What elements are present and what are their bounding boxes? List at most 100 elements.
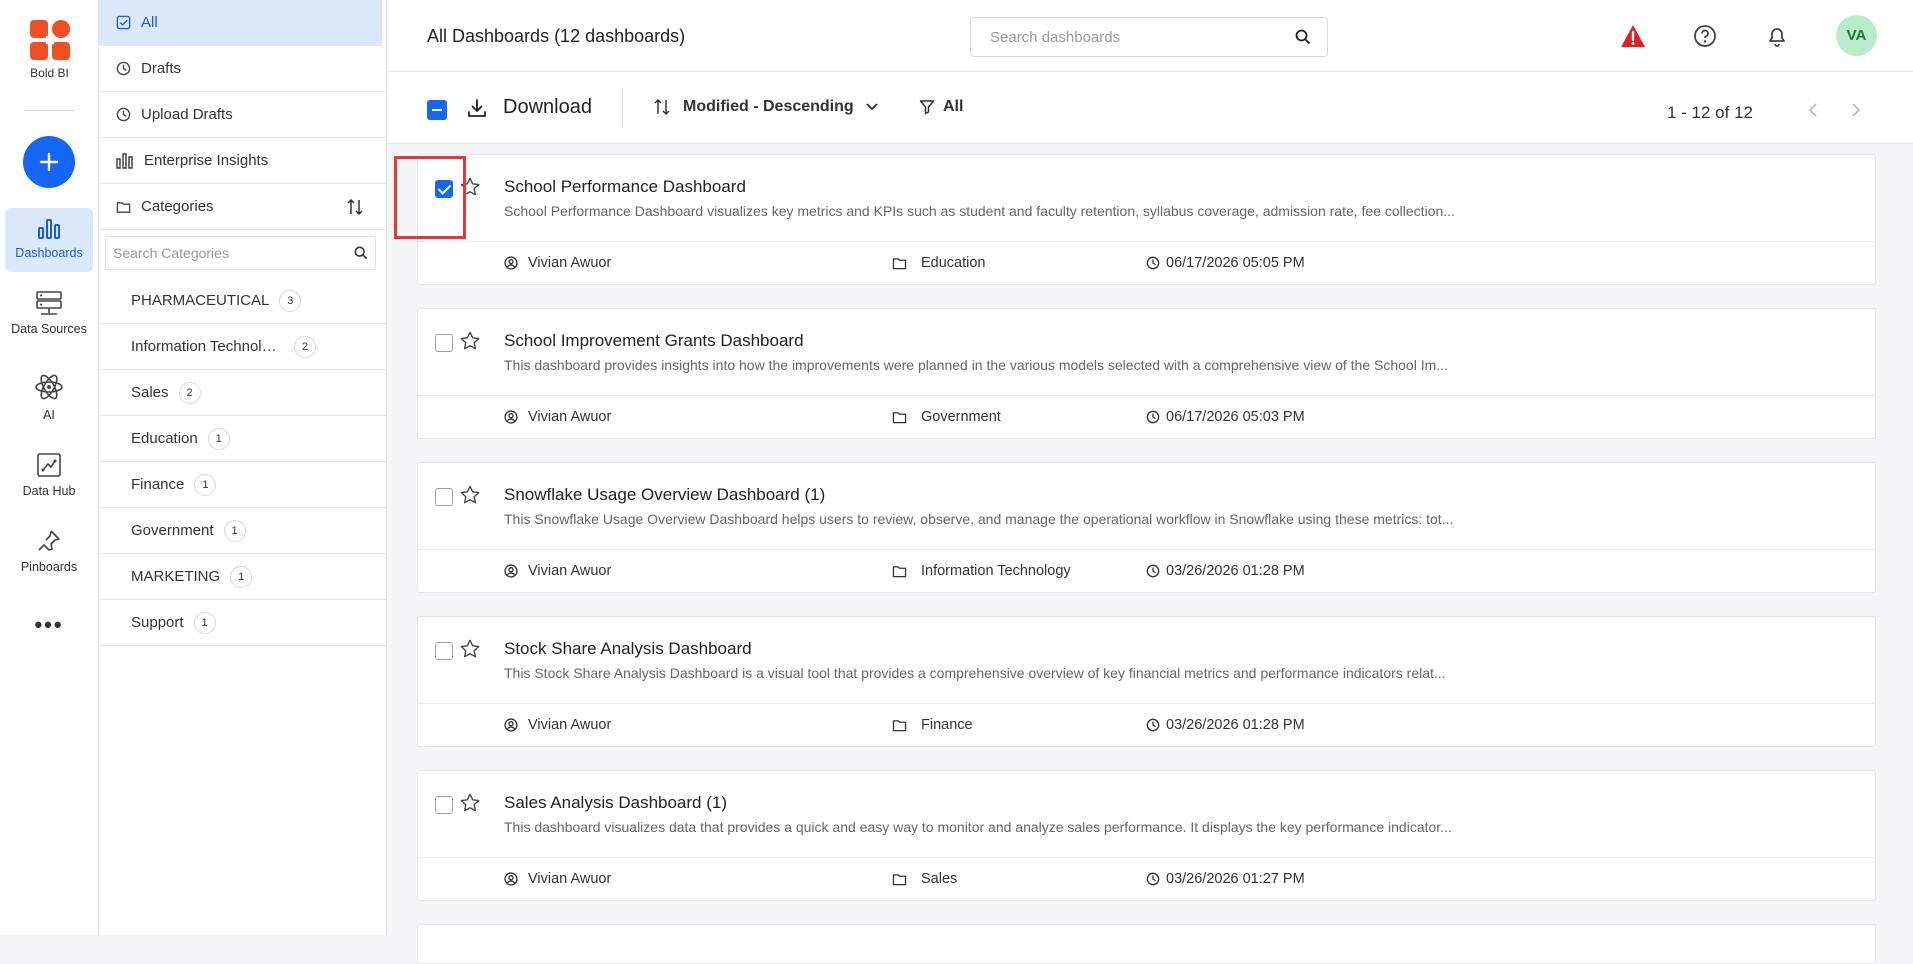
modified-date: 03/26/2026 01:28 PM: [1166, 563, 1305, 579]
dashboard-card-partial[interactable]: [417, 924, 1876, 964]
category-search: [105, 236, 376, 270]
rail-item-label: Pinboards: [20, 560, 78, 574]
category-item[interactable]: Information Technology 2: [99, 324, 386, 370]
category-name: Government: [131, 522, 214, 539]
search-icon[interactable]: [1295, 29, 1311, 45]
owner-name: Vivian Awuor: [528, 563, 612, 579]
clock-icon: [1146, 410, 1160, 424]
owner-name: Vivian Awuor: [528, 409, 612, 425]
dashboard-modified: 03/26/2026 01:28 PM: [1146, 563, 1305, 579]
category-item[interactable]: Education 1: [99, 416, 386, 462]
nav-all[interactable]: All: [99, 0, 382, 46]
create-button[interactable]: [23, 136, 75, 188]
rail-item-data-sources[interactable]: Data Sources: [5, 290, 93, 336]
select-all-checkbox[interactable]: [427, 100, 447, 120]
dashboard-description: This dashboard provides insights into ho…: [504, 357, 1448, 373]
star-icon[interactable]: [459, 792, 481, 814]
bell-icon[interactable]: [1765, 24, 1789, 48]
user-circle-icon: [504, 718, 518, 732]
nav-upload-drafts-label: Upload Drafts: [141, 106, 233, 123]
sort-toggle-icon[interactable]: [346, 198, 364, 216]
pagination-info: 1 - 12 of 12: [1666, 103, 1753, 122]
folder-icon: [892, 873, 907, 885]
more-icon[interactable]: •••: [5, 612, 93, 638]
star-icon[interactable]: [459, 176, 481, 198]
folder-icon: [892, 257, 907, 269]
page-title: All Dashboards (12 dashboards): [427, 26, 686, 46]
category-item[interactable]: Government 1: [99, 508, 386, 554]
download-button[interactable]: Download: [467, 96, 592, 119]
nav-drafts-label: Drafts: [141, 60, 182, 77]
dashboard-owner: Vivian Awuor: [504, 255, 611, 271]
category-item[interactable]: Finance 1: [99, 462, 386, 508]
folder-icon: [116, 201, 131, 213]
nav-drafts[interactable]: Drafts: [99, 46, 386, 92]
rail-item-data-hub[interactable]: Data Hub: [5, 452, 93, 498]
rail-item-label: Dashboards: [15, 246, 83, 260]
sort-dropdown[interactable]: Modified - Descending: [653, 98, 878, 116]
category-count: 3: [279, 289, 302, 312]
filter-button[interactable]: All: [919, 98, 963, 116]
dashboard-category: Information Technology: [892, 563, 1071, 579]
star-icon[interactable]: [459, 638, 481, 660]
dashboard-category: Sales: [892, 871, 957, 887]
dashboard-title[interactable]: Snowflake Usage Overview Dashboard (1): [504, 485, 825, 505]
dashboard-category: Education: [892, 255, 986, 271]
dashboard-card[interactable]: School Improvement Grants Dashboard This…: [417, 308, 1876, 439]
dashboard-checkbox[interactable]: [435, 488, 453, 506]
avatar[interactable]: VA: [1836, 15, 1877, 56]
dashboard-search-input[interactable]: [990, 28, 1295, 46]
user-circle-icon: [504, 256, 518, 270]
dashboard-list: School Performance Dashboard School Perf…: [417, 154, 1876, 964]
category-count: 1: [230, 565, 253, 588]
dashboard-modified: 06/17/2026 05:03 PM: [1146, 409, 1305, 425]
chevron-right-icon[interactable]: [1851, 103, 1861, 117]
help-icon[interactable]: [1693, 24, 1717, 48]
dashboard-description: This Snowflake Usage Overview Dashboard …: [504, 511, 1454, 527]
database-icon: [36, 291, 62, 315]
category-item[interactable]: PHARMACEUTICAL 3: [99, 278, 386, 324]
category-search-input[interactable]: [113, 245, 354, 261]
rail-item-dashboards[interactable]: Dashboards: [5, 208, 93, 272]
bold-bi-logo-icon: [29, 20, 70, 60]
brand-logo[interactable]: Bold BI: [0, 18, 99, 80]
dashboard-title[interactable]: Stock Share Analysis Dashboard: [504, 639, 752, 659]
check-square-icon: [116, 15, 131, 30]
chevron-left-icon[interactable]: [1808, 103, 1818, 117]
star-icon[interactable]: [459, 484, 481, 506]
clock-icon: [1146, 256, 1160, 270]
clock-icon: [1146, 564, 1160, 578]
dashboard-checkbox[interactable]: [435, 334, 453, 352]
category-name: Education: [131, 430, 198, 447]
dashboard-owner: Vivian Awuor: [504, 871, 611, 887]
owner-name: Vivian Awuor: [528, 255, 612, 271]
dashboard-modified: 06/17/2026 05:05 PM: [1146, 255, 1305, 271]
dashboard-checkbox[interactable]: [435, 642, 453, 660]
category-item[interactable]: MARKETING 1: [99, 554, 386, 600]
dashboard-title[interactable]: School Performance Dashboard: [504, 177, 746, 197]
toolbar: Download Modified - Descending All 1 - 1…: [387, 72, 1913, 144]
nav-all-label: All: [141, 14, 158, 31]
dashboard-checkbox[interactable]: [435, 180, 453, 198]
dashboard-card[interactable]: Snowflake Usage Overview Dashboard (1) T…: [417, 462, 1876, 593]
dashboard-title[interactable]: Sales Analysis Dashboard (1): [504, 793, 727, 813]
star-icon[interactable]: [459, 330, 481, 352]
dashboard-checkbox[interactable]: [435, 796, 453, 814]
dashboard-card[interactable]: Sales Analysis Dashboard (1) This dashbo…: [417, 770, 1876, 901]
category-item[interactable]: Sales 2: [99, 370, 386, 416]
category-name: Information Technology: [131, 338, 284, 355]
category-item[interactable]: Support 1: [99, 600, 386, 646]
dashboard-card[interactable]: Stock Share Analysis Dashboard This Stoc…: [417, 616, 1876, 747]
nav-upload-drafts[interactable]: Upload Drafts: [99, 92, 386, 138]
warning-icon[interactable]: [1620, 24, 1646, 48]
category-name: Government: [921, 409, 1001, 425]
rail-item-ai[interactable]: AI: [5, 372, 93, 422]
modified-date: 03/26/2026 01:27 PM: [1166, 871, 1305, 887]
dashboard-card[interactable]: School Performance Dashboard School Perf…: [417, 154, 1876, 285]
search-icon[interactable]: [354, 246, 368, 260]
dashboard-title[interactable]: School Improvement Grants Dashboard: [504, 331, 804, 351]
nav-enterprise-insights[interactable]: Enterprise Insights: [99, 138, 386, 184]
category-name: PHARMACEUTICAL: [131, 292, 270, 309]
rail-item-pinboards[interactable]: Pinboards: [5, 528, 93, 574]
dashboard-description: This dashboard visualizes data that prov…: [504, 819, 1452, 835]
